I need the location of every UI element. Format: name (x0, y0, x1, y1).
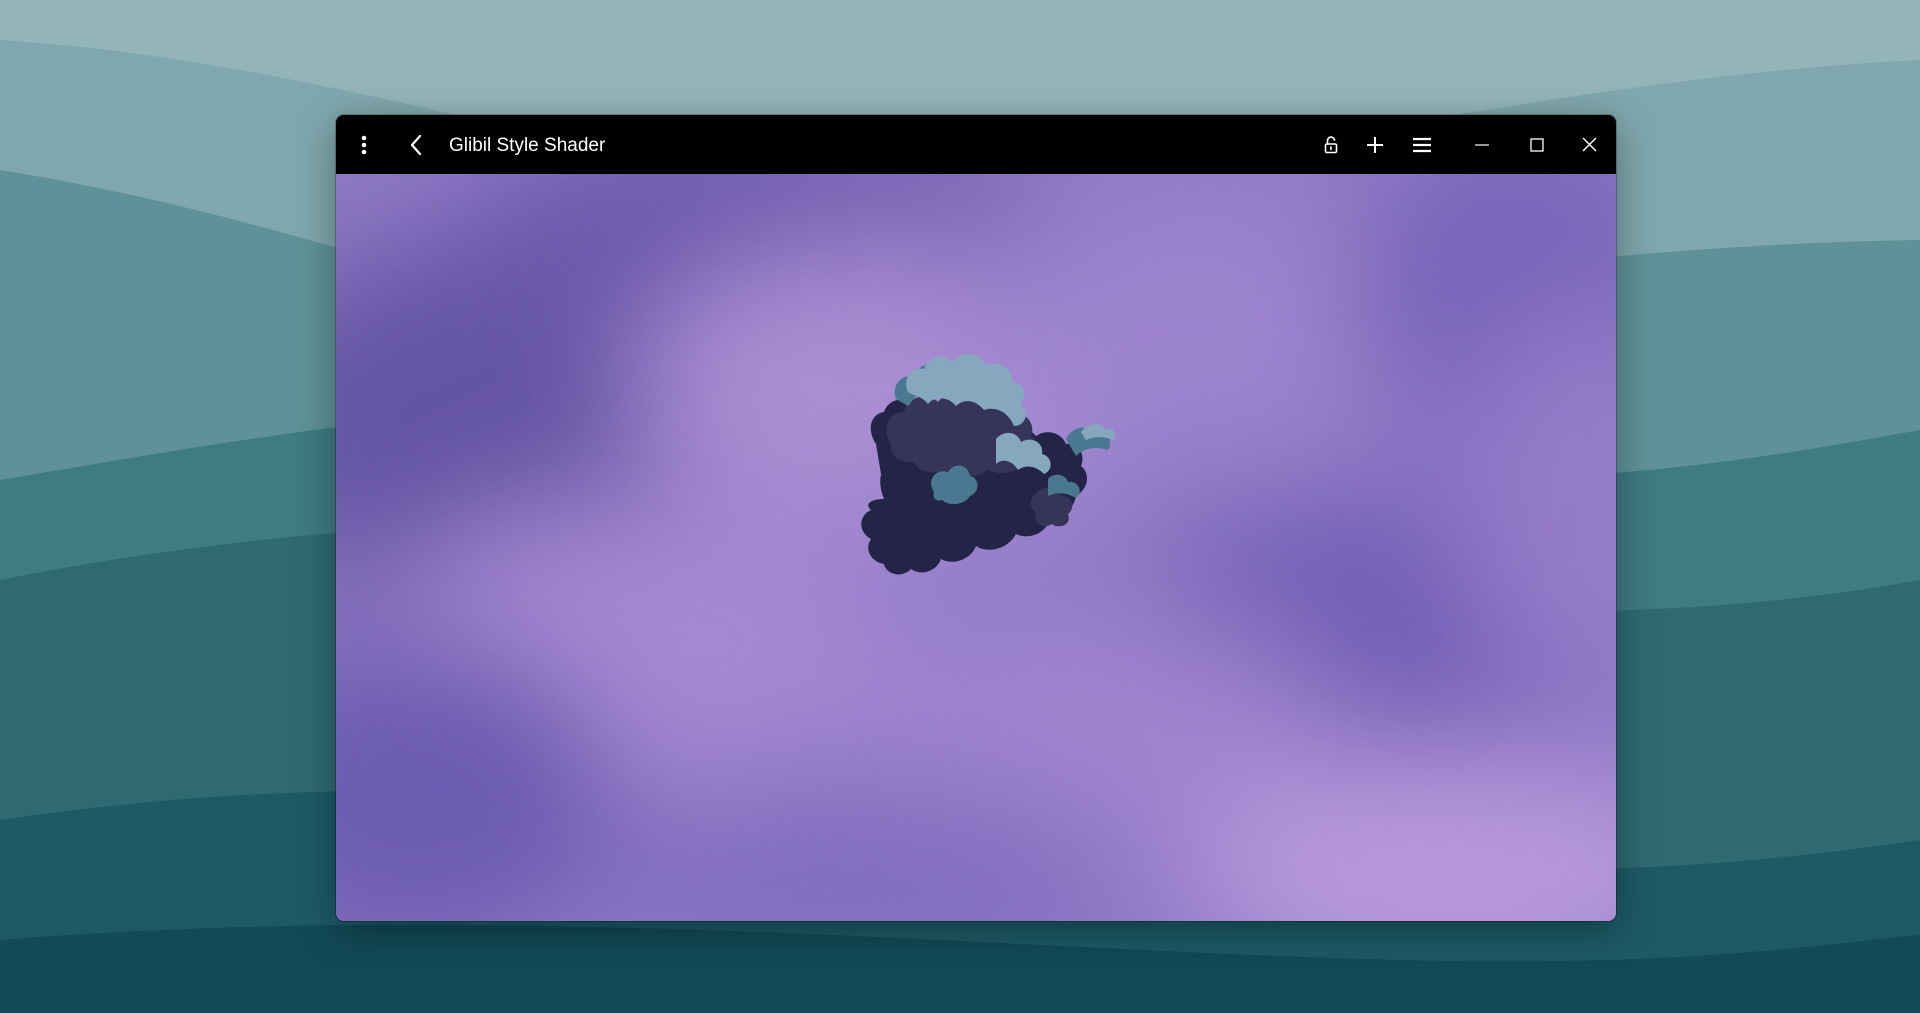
more-options-button[interactable] (336, 115, 392, 174)
maximize-button[interactable] (1511, 115, 1563, 174)
desktop-wallpaper: Glibil Style Shader (0, 0, 1920, 1013)
close-icon (1582, 137, 1597, 152)
close-button[interactable] (1563, 115, 1616, 174)
shader-render-canvas[interactable] (336, 174, 1616, 921)
minimize-button[interactable] (1453, 115, 1511, 174)
add-button[interactable] (1355, 115, 1395, 174)
maximize-icon (1530, 137, 1544, 152)
hamburger-menu-icon (1413, 137, 1431, 153)
vertical-ellipsis-icon (361, 135, 367, 155)
titlebar: Glibil Style Shader (336, 115, 1616, 174)
chevron-left-icon (410, 134, 422, 155)
window-title: Glibil Style Shader (449, 135, 606, 156)
unlock-icon (1324, 135, 1338, 154)
plus-icon (1366, 136, 1384, 154)
shader-output-image (336, 174, 1616, 921)
minimize-icon (1475, 143, 1489, 146)
menu-button[interactable] (1399, 115, 1445, 174)
back-button[interactable] (392, 115, 440, 174)
lock-button[interactable] (1311, 115, 1351, 174)
app-window: Glibil Style Shader (336, 115, 1616, 921)
